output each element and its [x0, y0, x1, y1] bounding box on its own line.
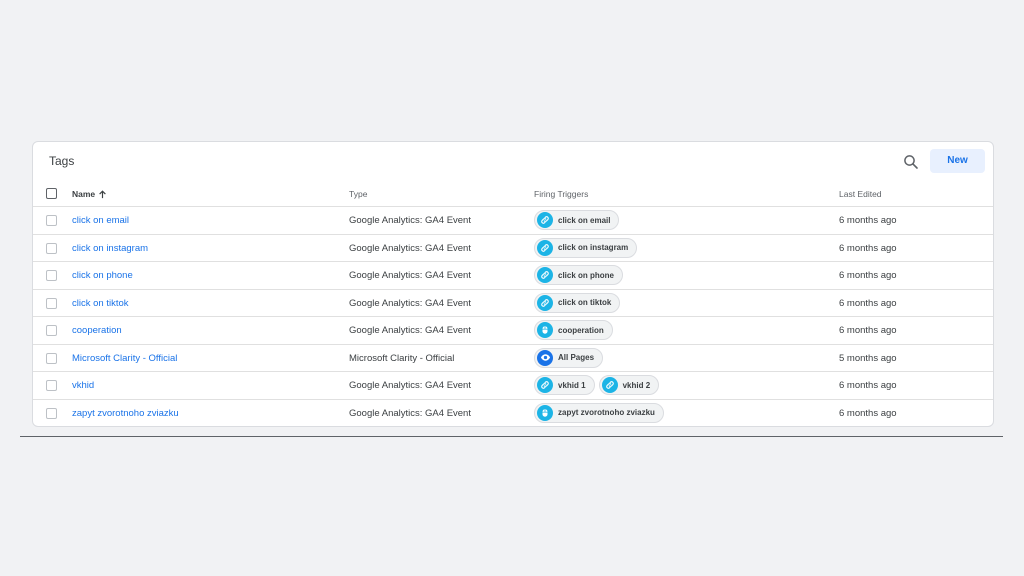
- divider: [20, 436, 1003, 437]
- tag-type: Google Analytics: GA4 Event: [349, 215, 471, 226]
- tag-type: Google Analytics: GA4 Event: [349, 325, 471, 336]
- last-edited: 6 months ago: [839, 297, 897, 309]
- tags-card: Tags New Name Type Firing Triggers Last …: [32, 141, 994, 427]
- link-icon: [537, 377, 553, 393]
- trigger-chip[interactable]: cooperation: [534, 320, 613, 340]
- row-checkbox[interactable]: [46, 270, 57, 281]
- trigger-chip[interactable]: click on phone: [534, 265, 624, 285]
- table-row[interactable]: cooperation Google Analytics: GA4 Event co…: [33, 317, 993, 345]
- link-icon: [537, 294, 553, 311]
- table-row[interactable]: click on email Google Analytics: GA4 Even…: [33, 207, 993, 235]
- trigger-label: click on tiktok: [558, 298, 612, 307]
- trigger-chip[interactable]: click on email: [534, 210, 620, 230]
- last-edited: 6 months ago: [839, 325, 897, 336]
- firing-triggers: click on instagram: [534, 237, 638, 258]
- firing-triggers: zapyt zvorotnoho zviazku: [534, 402, 664, 423]
- tag-name-link[interactable]: click on phone: [72, 270, 133, 281]
- tag-name-link[interactable]: cooperation: [72, 325, 122, 336]
- trigger-label: vkhid 1: [558, 380, 586, 390]
- tag-type: Microsoft Clarity - Official: [349, 352, 455, 364]
- last-edited: 6 months ago: [839, 407, 897, 419]
- column-header-triggers: Firing Triggers: [534, 189, 589, 199]
- tag-name-link[interactable]: vkhid: [72, 380, 94, 391]
- row-checkbox[interactable]: [46, 380, 57, 391]
- tag-name-link[interactable]: click on instagram: [72, 243, 148, 254]
- row-checkbox[interactable]: [46, 297, 57, 309]
- table-row[interactable]: vkhid Google Analytics: GA4 Event vkhid 1v…: [33, 372, 993, 400]
- trigger-chip[interactable]: vkhid 1: [534, 375, 595, 395]
- eye-icon: [537, 349, 553, 366]
- last-edited: 6 months ago: [839, 380, 897, 391]
- tag-name-link[interactable]: zapyt zvorotnoho zviazku: [72, 408, 179, 419]
- tag-type: Google Analytics: GA4 Event: [349, 270, 471, 281]
- firing-triggers: All Pages: [534, 347, 604, 368]
- row-checkbox[interactable]: [46, 352, 57, 364]
- last-edited: 5 months ago: [839, 352, 897, 364]
- firing-triggers: vkhid 1 vkhid 2: [534, 375, 660, 395]
- search-button[interactable]: [899, 150, 923, 174]
- firing-triggers: cooperation: [534, 320, 613, 340]
- trigger-label: click on instagram: [558, 243, 629, 252]
- trigger-label: click on email: [558, 215, 611, 225]
- link-icon: [537, 267, 553, 283]
- column-header-name[interactable]: Name: [72, 189, 107, 199]
- trigger-chip[interactable]: click on instagram: [534, 237, 638, 258]
- trigger-label: All Pages: [558, 353, 595, 362]
- trigger-chip[interactable]: zapyt zvorotnoho zviazku: [534, 402, 664, 423]
- card-title: Tags: [49, 154, 75, 168]
- row-checkbox[interactable]: [46, 325, 57, 336]
- firing-triggers: click on phone: [534, 265, 624, 285]
- last-edited: 6 months ago: [839, 242, 897, 254]
- firing-triggers: click on tiktok: [534, 292, 621, 313]
- column-header-name-label: Name: [72, 189, 96, 199]
- tag-type: Google Analytics: GA4 Event: [349, 297, 471, 309]
- trigger-label: cooperation: [558, 325, 604, 335]
- link-icon: [537, 239, 553, 256]
- column-header-last-edited: Last Edited: [839, 189, 882, 199]
- table-row[interactable]: click on phone Google Analytics: GA4 Even…: [33, 262, 993, 290]
- new-tag-button[interactable]: New: [930, 149, 985, 173]
- trigger-label: vkhid 2: [622, 380, 651, 390]
- row-checkbox[interactable]: [46, 242, 57, 254]
- mouse-icon: [537, 322, 553, 338]
- tag-name-link[interactable]: Microsoft Clarity - Official: [72, 353, 177, 364]
- table-header: Name Type Firing Triggers Last Edited: [33, 182, 993, 207]
- tag-name-link[interactable]: click on email: [72, 215, 129, 226]
- table-row[interactable]: zapyt zvorotnoho zviazku Google Analytics…: [33, 400, 993, 427]
- select-all-checkbox[interactable]: [46, 188, 57, 199]
- tag-type: Google Analytics: GA4 Event: [349, 380, 471, 391]
- row-checkbox[interactable]: [46, 407, 57, 419]
- table-row[interactable]: click on instagram Google Analytics: GA4 …: [33, 235, 993, 262]
- trigger-chip[interactable]: All Pages: [534, 347, 604, 368]
- tag-name-link[interactable]: click on tiktok: [72, 298, 129, 309]
- trigger-label: zapyt zvorotnoho zviazku: [558, 408, 655, 417]
- tag-type: Google Analytics: GA4 Event: [349, 242, 471, 254]
- row-checkbox[interactable]: [46, 215, 57, 226]
- card-header: Tags New: [33, 142, 993, 182]
- tag-type: Google Analytics: GA4 Event: [349, 407, 471, 419]
- last-edited: 6 months ago: [839, 215, 897, 226]
- trigger-label: click on phone: [558, 270, 615, 280]
- firing-triggers: click on email: [534, 210, 620, 230]
- table-row[interactable]: Microsoft Clarity - Official Microsoft Cl…: [33, 345, 993, 372]
- link-icon: [601, 377, 618, 393]
- last-edited: 6 months ago: [839, 270, 897, 281]
- arrow-up-icon: [99, 190, 106, 199]
- trigger-chip[interactable]: vkhid 2: [598, 375, 660, 395]
- search-icon: [904, 155, 918, 169]
- trigger-chip[interactable]: click on tiktok: [534, 292, 621, 313]
- mouse-icon: [537, 404, 553, 421]
- link-icon: [537, 212, 553, 228]
- table-row[interactable]: click on tiktok Google Analytics: GA4 Eve…: [33, 290, 993, 317]
- column-header-type: Type: [349, 189, 368, 199]
